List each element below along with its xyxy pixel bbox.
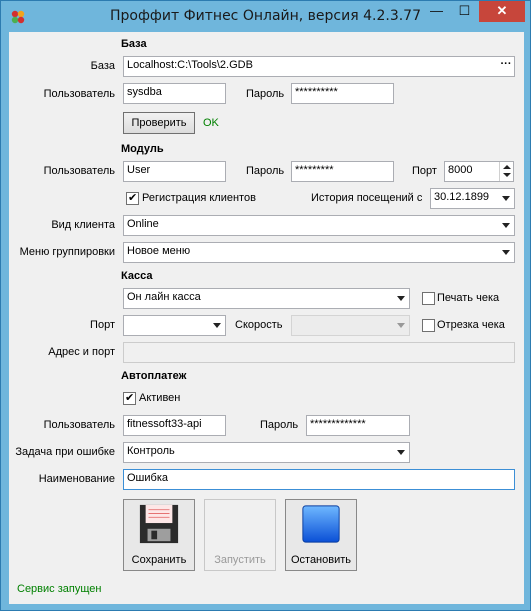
stop-square-icon: [302, 505, 340, 543]
chevron-down-icon: [502, 223, 510, 228]
floppy-disk-icon: [139, 504, 179, 544]
autopay-password-field[interactable]: *************: [306, 415, 410, 436]
module-user-label: Пользователь: [43, 165, 115, 177]
chevron-down-icon: [502, 250, 510, 255]
client-view-value: Online: [127, 218, 159, 230]
name-label: Наименование: [38, 473, 115, 485]
speed-select[interactable]: [291, 315, 410, 336]
start-button[interactable]: Запустить: [204, 499, 276, 571]
port-label: Порт: [412, 165, 437, 177]
base-path-field[interactable]: Localhost:C:\Tools\2.GDB ···: [123, 56, 515, 77]
kassa-port-label: Порт: [90, 319, 115, 331]
port-spinbox[interactable]: 8000: [444, 161, 514, 182]
db-password-label: Пароль: [246, 88, 285, 100]
module-user-field[interactable]: User: [123, 161, 226, 182]
address-label: Адрес и порт: [48, 346, 115, 358]
save-button[interactable]: Сохранить: [123, 499, 195, 571]
error-task-select[interactable]: Контроль: [123, 442, 410, 463]
kassa-type-select[interactable]: Он лайн касса: [123, 288, 410, 309]
maximize-button[interactable]: ☐: [451, 1, 478, 22]
db-password-field[interactable]: **********: [291, 83, 394, 104]
save-button-label: Сохранить: [131, 554, 187, 566]
speed-label: Скорость: [235, 319, 283, 331]
print-receipt-checkbox[interactable]: [422, 292, 435, 305]
minimize-button[interactable]: —: [423, 1, 450, 22]
registration-label: Регистрация клиентов: [142, 192, 256, 204]
port-spin-buttons[interactable]: [499, 162, 513, 181]
chevron-down-icon: [397, 296, 405, 301]
port-value: 8000: [448, 164, 473, 176]
module-password-label: Пароль: [246, 165, 285, 177]
history-date-picker[interactable]: 30.12.1899: [430, 188, 515, 209]
service-status: Сервис запущен: [17, 583, 102, 595]
db-section-header: База: [121, 38, 147, 50]
cut-receipt-checkbox[interactable]: [422, 319, 435, 332]
title-bar: Проффит Фитнес Онлайн, версия 4.2.3.77 —…: [1, 1, 530, 32]
base-label: База: [90, 60, 115, 72]
group-menu-label: Меню группировки: [19, 246, 115, 258]
history-date-value: 30.12.1899: [434, 191, 490, 203]
check-status: OK: [203, 117, 219, 129]
group-menu-select[interactable]: Новое меню: [123, 242, 515, 263]
kassa-port-select[interactable]: [123, 315, 226, 336]
stop-button[interactable]: Остановить: [285, 499, 357, 571]
kassa-type-value: Он лайн касса: [127, 291, 201, 303]
print-receipt-label: Печать чека: [437, 292, 500, 304]
module-section-header: Модуль: [121, 143, 164, 155]
chevron-down-icon: [502, 196, 510, 201]
autopay-user-label: Пользователь: [43, 419, 115, 431]
autopay-active-label: Активен: [139, 392, 181, 404]
group-menu-value: Новое меню: [127, 245, 191, 257]
address-field[interactable]: [123, 342, 515, 363]
db-user-field[interactable]: sysdba: [123, 83, 226, 104]
check-button[interactable]: Проверить: [123, 112, 195, 134]
settings-form: База База Localhost:C:\Tools\2.GDB ··· П…: [9, 32, 524, 604]
client-view-select[interactable]: Online: [123, 215, 515, 236]
browse-button[interactable]: ···: [498, 57, 514, 76]
error-task-value: Контроль: [127, 445, 175, 457]
module-password-field[interactable]: *********: [291, 161, 394, 182]
kassa-section-header: Касса: [121, 270, 153, 282]
history-label: История посещений с: [311, 192, 423, 204]
name-field[interactable]: Ошибка: [123, 469, 515, 490]
stop-button-label: Остановить: [290, 554, 352, 566]
chevron-down-icon: [213, 323, 221, 328]
base-path-value: Localhost:C:\Tools\2.GDB: [127, 59, 253, 71]
cut-receipt-label: Отрезка чека: [437, 319, 505, 331]
db-user-label: Пользователь: [43, 88, 115, 100]
registration-checkbox[interactable]: [126, 191, 139, 205]
start-button-label: Запустить: [214, 554, 266, 566]
app-window: Проффит Фитнес Онлайн, версия 4.2.3.77 —…: [0, 0, 531, 611]
autopay-active-checkbox[interactable]: [123, 391, 136, 405]
error-task-label: Задача при ошибке: [15, 446, 115, 458]
chevron-down-icon: [397, 450, 405, 455]
client-view-label: Вид клиента: [51, 219, 115, 231]
autopay-section-header: Автоплатеж: [121, 370, 187, 382]
autopay-password-label: Пароль: [260, 419, 299, 431]
autopay-user-field[interactable]: fitnessoft33-api: [123, 415, 226, 436]
close-button[interactable]: ✕: [479, 1, 525, 22]
chevron-down-icon: [397, 323, 405, 328]
